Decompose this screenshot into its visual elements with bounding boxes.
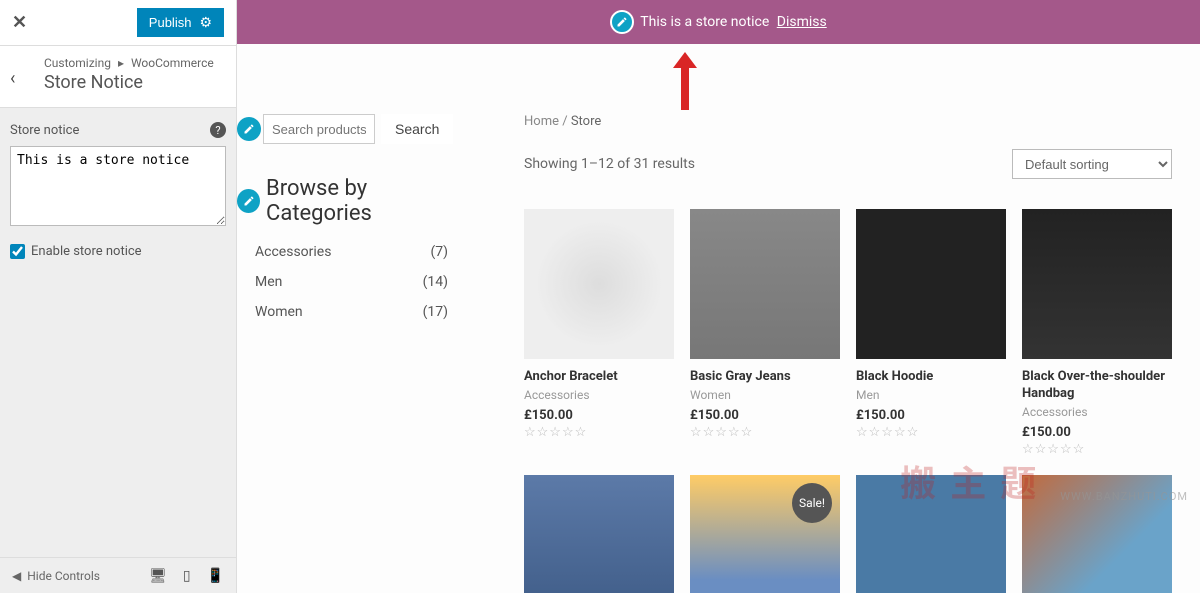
- product-title: Black Hoodie: [856, 369, 1006, 386]
- shop-main: Home / Store Showing 1–12 of 31 results …: [470, 114, 1180, 593]
- product-image: [524, 209, 674, 359]
- shop-content: Search Browse by Categories Accessories (…: [237, 114, 1200, 593]
- product-image: [690, 209, 840, 359]
- product-card[interactable]: Black Hoodie Men £150.00 ☆☆☆☆☆: [856, 209, 1006, 457]
- sidebar-footer: ◀ Hide Controls 🖥 ▯ 📱: [0, 557, 236, 593]
- sidebar-top-bar: ✕ Publish ⚙: [0, 0, 236, 46]
- result-count: Showing 1–12 of 31 results: [524, 156, 695, 172]
- section-title: Store Notice: [44, 72, 222, 93]
- search-input[interactable]: [263, 114, 375, 144]
- category-name: Women: [255, 304, 303, 320]
- results-row: Showing 1–12 of 31 results Default sorti…: [524, 149, 1172, 179]
- edit-shortcut-icon[interactable]: [610, 10, 634, 34]
- category-item[interactable]: Accessories (7): [255, 244, 448, 260]
- product-title: Basic Gray Jeans: [690, 369, 840, 386]
- enable-notice-checkbox[interactable]: [10, 244, 25, 259]
- site-preview: This is a store notice Dismiss Search Br…: [237, 0, 1200, 593]
- close-icon[interactable]: ✕: [12, 12, 27, 33]
- category-name: Men: [255, 274, 282, 290]
- star-rating-icon: ☆☆☆☆☆: [690, 425, 840, 440]
- star-rating-icon: ☆☆☆☆☆: [524, 425, 674, 440]
- search-button[interactable]: Search: [381, 114, 453, 144]
- shop-breadcrumb: Home / Store: [524, 114, 1172, 129]
- browse-header: Browse by Categories: [237, 176, 470, 226]
- store-notice-textarea[interactable]: [10, 146, 226, 226]
- enable-notice-label: Enable store notice: [31, 244, 142, 259]
- breadcrumb-mid: WooCommerce: [131, 56, 214, 70]
- category-count: (14): [423, 274, 448, 290]
- product-search: Search: [237, 114, 470, 144]
- product-category: Accessories: [1022, 405, 1172, 419]
- edit-shortcut-icon[interactable]: [237, 117, 261, 141]
- dismiss-link[interactable]: Dismiss: [777, 14, 827, 30]
- category-item[interactable]: Men (14): [255, 274, 448, 290]
- product-card[interactable]: Sale!: [690, 475, 840, 593]
- product-card[interactable]: [524, 475, 674, 593]
- desktop-icon[interactable]: 🖥: [149, 568, 167, 584]
- breadcrumb: Customizing ▸ WooCommerce: [44, 56, 222, 70]
- crumb-home[interactable]: Home: [524, 114, 559, 129]
- gear-icon[interactable]: ⚙: [199, 14, 212, 31]
- shop-sidebar: Search Browse by Categories Accessories (…: [237, 114, 470, 593]
- enable-notice-row: Enable store notice: [10, 244, 226, 259]
- help-icon[interactable]: ?: [210, 122, 226, 138]
- product-title: Anchor Bracelet: [524, 369, 674, 386]
- product-price: £150.00: [856, 408, 1006, 423]
- product-category: Women: [690, 388, 840, 402]
- hide-controls-button[interactable]: ◀ Hide Controls: [12, 569, 100, 583]
- crumb-current: Store: [571, 114, 601, 129]
- tablet-icon[interactable]: ▯: [183, 568, 191, 584]
- product-card[interactable]: [1022, 475, 1172, 593]
- product-card[interactable]: Black Over-the-shoulder Handbag Accessor…: [1022, 209, 1172, 457]
- publish-label: Publish: [149, 15, 192, 30]
- category-item[interactable]: Women (17): [255, 304, 448, 320]
- customizer-sidebar: ✕ Publish ⚙ ‹ Customizing ▸ WooCommerce …: [0, 0, 237, 593]
- breadcrumb-root: Customizing: [44, 56, 111, 70]
- category-count: (17): [423, 304, 448, 320]
- product-image: [1022, 209, 1172, 359]
- product-price: £150.00: [1022, 425, 1172, 440]
- product-image: [524, 475, 674, 593]
- chevron-right-icon: ▸: [118, 56, 124, 70]
- sort-select[interactable]: Default sorting: [1012, 149, 1172, 179]
- panel-body: Store notice ? Enable store notice: [0, 108, 236, 273]
- collapse-icon: ◀: [12, 569, 21, 583]
- product-category: Accessories: [524, 388, 674, 402]
- back-icon[interactable]: ‹: [10, 68, 15, 89]
- annotation-arrow-icon: [673, 52, 697, 110]
- product-category: Men: [856, 388, 1006, 402]
- product-price: £150.00: [690, 408, 840, 423]
- product-title: Black Over-the-shoulder Handbag: [1022, 369, 1172, 403]
- sale-badge: Sale!: [792, 483, 832, 523]
- product-card[interactable]: Anchor Bracelet Accessories £150.00 ☆☆☆☆…: [524, 209, 674, 457]
- product-price: £150.00: [524, 408, 674, 423]
- product-grid: Anchor Bracelet Accessories £150.00 ☆☆☆☆…: [524, 209, 1172, 593]
- star-rating-icon: ☆☆☆☆☆: [856, 425, 1006, 440]
- product-image: [856, 475, 1006, 593]
- notice-label-row: Store notice ?: [10, 122, 226, 138]
- device-preview-switcher: 🖥 ▯ 📱: [149, 568, 224, 584]
- product-image: [856, 209, 1006, 359]
- notice-label: Store notice: [10, 123, 79, 138]
- category-list: Accessories (7) Men (14) Women (17): [237, 244, 470, 320]
- store-notice-text: This is a store notice: [640, 14, 769, 30]
- product-card[interactable]: [856, 475, 1006, 593]
- product-image: Sale!: [690, 475, 840, 593]
- publish-button[interactable]: Publish ⚙: [137, 8, 224, 37]
- star-rating-icon: ☆☆☆☆☆: [1022, 442, 1172, 457]
- browse-title: Browse by Categories: [266, 176, 470, 226]
- product-image: [1022, 475, 1172, 593]
- edit-shortcut-icon[interactable]: [237, 189, 260, 213]
- category-name: Accessories: [255, 244, 331, 260]
- section-header: ‹ Customizing ▸ WooCommerce Store Notice: [0, 46, 236, 108]
- hide-controls-label: Hide Controls: [27, 569, 100, 583]
- mobile-icon[interactable]: 📱: [207, 568, 224, 584]
- product-card[interactable]: Basic Gray Jeans Women £150.00 ☆☆☆☆☆: [690, 209, 840, 457]
- store-notice-bar: This is a store notice Dismiss: [237, 0, 1200, 44]
- category-count: (7): [430, 244, 448, 260]
